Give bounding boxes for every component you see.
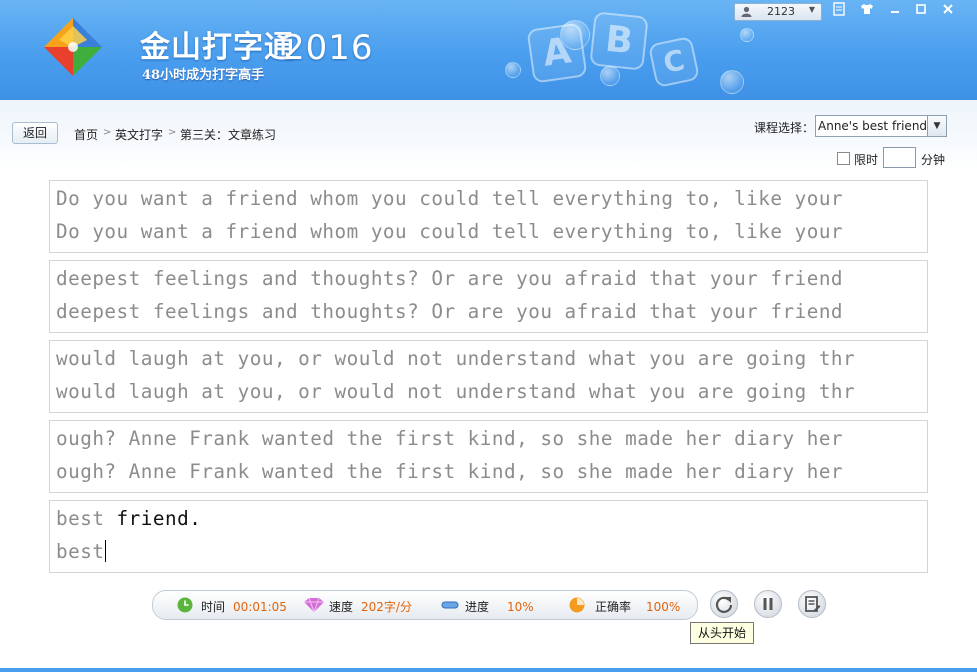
progress-label: 进度 xyxy=(465,600,490,614)
progress-icon xyxy=(441,601,459,609)
app-logo-icon xyxy=(44,18,102,76)
course-select-value: Anne's best friend xyxy=(818,119,928,133)
user-dropdown[interactable]: 2123 ▼ xyxy=(734,3,822,21)
time-limit-unit: 分钟 xyxy=(921,153,946,167)
speed-label: 速度 xyxy=(329,600,354,614)
source-line: would laugh at you, or would not underst… xyxy=(56,347,856,370)
restart-icon xyxy=(715,596,733,613)
shirt-icon[interactable] xyxy=(857,2,877,20)
breadcrumb-separator: > xyxy=(168,127,177,138)
pause-icon xyxy=(763,598,773,610)
typing-row[interactable]: deepest feelings and thoughts? Or are yo… xyxy=(49,260,928,333)
course-label: 课程选择： xyxy=(754,121,815,135)
text-caret xyxy=(105,540,107,562)
accuracy-value: 100% xyxy=(646,600,681,614)
speed-value: 202字/分 xyxy=(361,600,412,614)
bubble-decoration xyxy=(720,70,744,94)
deco-letter-c: C xyxy=(647,35,701,89)
stat-progress: 进度 10% xyxy=(465,598,534,615)
minimize-icon[interactable] xyxy=(885,2,905,20)
time-limit-label: 限时 xyxy=(854,153,879,167)
breadcrumb-english-typing[interactable]: 英文打字 xyxy=(115,126,163,143)
accuracy-icon xyxy=(569,597,585,613)
accuracy-label: 正确率 xyxy=(595,600,632,614)
time-label: 时间 xyxy=(201,600,226,614)
source-pending-part: friend. xyxy=(104,507,202,530)
typing-row[interactable]: would laugh at you, or would not underst… xyxy=(49,340,928,413)
report-button[interactable] xyxy=(798,590,826,618)
source-line: best friend. xyxy=(56,507,201,530)
restart-tooltip: 从头开始 xyxy=(690,622,754,644)
pause-button[interactable] xyxy=(754,590,782,618)
chevron-down-icon[interactable]: ▼ xyxy=(927,116,946,136)
user-icon xyxy=(741,6,752,17)
breadcrumb-current: 第三关：文章练习 xyxy=(180,128,277,142)
stat-accuracy: 正确率 100% xyxy=(595,598,680,615)
chevron-down-icon: ▼ xyxy=(808,5,815,14)
source-line: Do you want a friend whom you could tell… xyxy=(56,187,844,210)
typed-line: would laugh at you, or would not underst… xyxy=(56,380,856,403)
window-bottom-border xyxy=(0,668,977,672)
source-line: deepest feelings and thoughts? Or are yo… xyxy=(56,267,844,290)
brand-title: 金山打字通 xyxy=(140,30,295,65)
stat-time: 时间 00:01:05 xyxy=(201,598,287,615)
breadcrumb-home[interactable]: 首页 xyxy=(74,126,98,143)
typed-text: best xyxy=(56,540,105,563)
status-bar: 时间 00:01:05 速度 202字/分 进度 10% 正确率 100% xyxy=(152,590,698,620)
speed-icon xyxy=(304,597,324,613)
typed-line: deepest feelings and thoughts? Or are yo… xyxy=(56,300,844,323)
course-select[interactable]: Anne's best friend ▼ xyxy=(815,115,947,137)
typed-line-active[interactable]: best xyxy=(56,540,107,563)
time-limit-checkbox[interactable] xyxy=(837,152,850,165)
restart-button[interactable] xyxy=(710,590,738,618)
close-icon[interactable] xyxy=(938,2,958,20)
time-value: 00:01:05 xyxy=(233,600,287,614)
source-line: ough? Anne Frank wanted the first kind, … xyxy=(56,427,844,450)
typing-row[interactable]: Do you want a friend whom you could tell… xyxy=(49,180,928,253)
deco-letter-a: A xyxy=(526,22,588,84)
app-header: A B C 金山打字通 2016 48小时成为打字高手 2123 ▼ xyxy=(0,0,977,100)
stat-speed: 速度 202字/分 xyxy=(329,598,412,615)
breadcrumb-separator: > xyxy=(103,127,112,138)
brand-year: 2016 xyxy=(283,28,374,68)
typed-line: ough? Anne Frank wanted the first kind, … xyxy=(56,460,844,483)
maximize-icon[interactable] xyxy=(911,2,931,20)
user-name: 2123 xyxy=(767,5,795,18)
brand-slogan: 48小时成为打字高手 xyxy=(142,68,265,83)
progress-value: 10% xyxy=(507,600,534,614)
bubble-decoration xyxy=(600,66,620,86)
back-button[interactable]: 返回 xyxy=(12,122,58,144)
typing-row[interactable]: ough? Anne Frank wanted the first kind, … xyxy=(49,420,928,493)
skin-icon[interactable] xyxy=(829,2,849,20)
time-limit-input[interactable] xyxy=(883,147,916,168)
typing-row-active[interactable]: best friend. best xyxy=(49,500,928,573)
deco-letter-b: B xyxy=(589,11,649,71)
source-typed-part: best xyxy=(56,507,105,530)
clock-icon xyxy=(177,597,193,613)
report-icon xyxy=(805,596,821,612)
typed-line: Do you want a friend whom you could tell… xyxy=(56,220,844,243)
bubble-decoration xyxy=(505,62,521,78)
bubble-decoration xyxy=(740,28,754,42)
